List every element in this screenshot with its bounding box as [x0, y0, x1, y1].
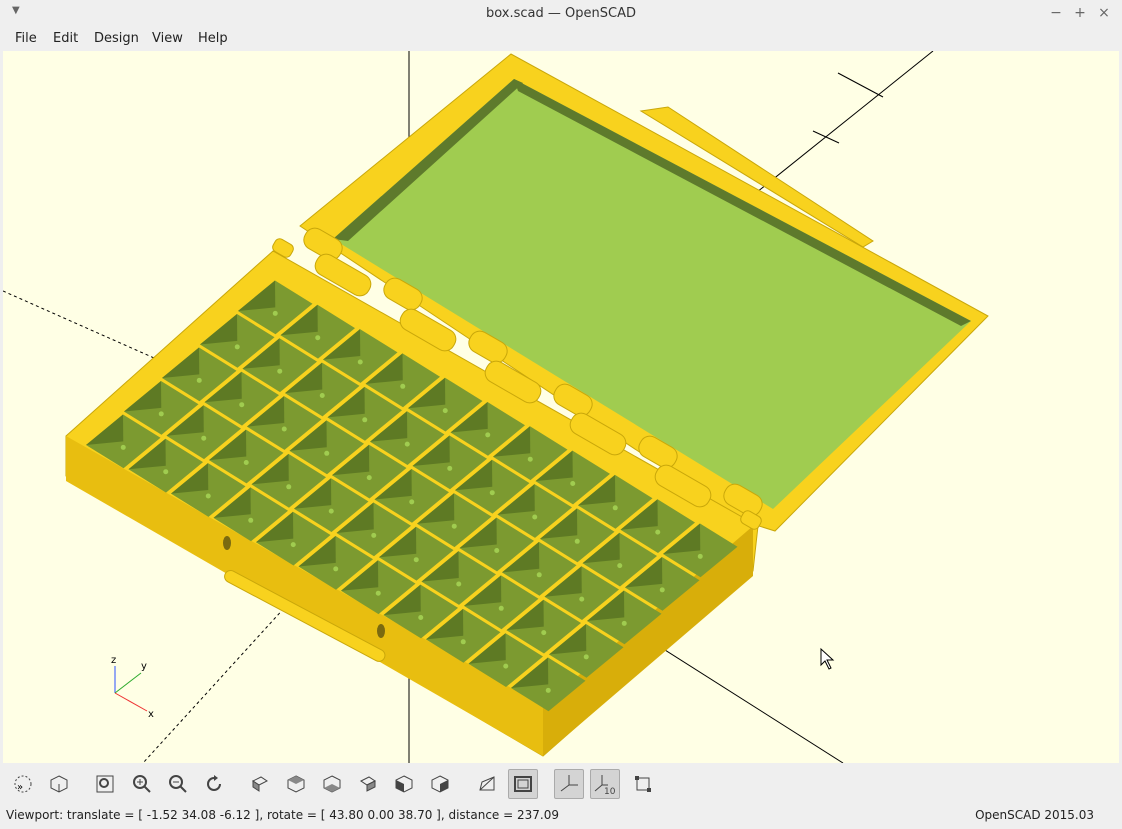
model-render: z y x [3, 51, 989, 763]
show-axes-icon[interactable] [554, 769, 584, 799]
axis-z-label: z [111, 655, 116, 666]
grid-cell-hole [570, 481, 576, 486]
grid-cell-hole [460, 639, 466, 645]
grid-cell-hole [163, 469, 169, 475]
menu-help[interactable]: Help [198, 31, 228, 46]
grid-cell-hole [277, 368, 283, 374]
grid-cell-hole [400, 383, 406, 389]
perspective-icon[interactable] [472, 769, 502, 799]
grid-cell-hole [315, 335, 321, 341]
grid-cell-hole [494, 548, 500, 553]
grid-cell-hole [451, 523, 457, 529]
zoom-in-icon[interactable] [127, 769, 157, 799]
3d-viewport[interactable]: z y x [3, 51, 1119, 763]
grid-cell-hole [442, 408, 448, 414]
view-bottom-icon[interactable] [317, 769, 347, 799]
view-back-icon[interactable] [425, 769, 455, 799]
show-scale-markers-icon[interactable]: 10 [590, 769, 620, 799]
view-left-icon[interactable] [353, 769, 383, 799]
scale-markers-label: 10 [604, 787, 616, 795]
grid-cell-hole [697, 553, 703, 559]
grid-cell-hole [243, 460, 249, 465]
grid-cell-hole [541, 630, 547, 636]
grid-cell-hole [418, 615, 424, 620]
view-toolbar: » 10 [0, 764, 1122, 804]
grid-cell-hole [659, 587, 665, 593]
grid-cell-hole [498, 605, 504, 611]
menu-view[interactable]: View [152, 31, 183, 46]
grid-cell-hole [196, 377, 202, 383]
grid-cell-hole [536, 572, 542, 578]
grid-cell-hole [319, 393, 325, 398]
grid-cell-hole [574, 538, 580, 544]
grid-cell-hole [371, 532, 377, 538]
grid-cell-hole [362, 417, 368, 423]
view-front-icon[interactable] [389, 769, 419, 799]
grid-cell-hole [366, 475, 372, 481]
close-icon[interactable]: × [1095, 4, 1113, 22]
grid-cell-hole [272, 310, 278, 316]
grid-cell-hole [409, 499, 415, 505]
minimize-icon[interactable]: − [1047, 4, 1065, 22]
axis-x-label: x [148, 709, 154, 720]
grid-cell-hole [655, 529, 661, 535]
view-top-icon[interactable] [281, 769, 311, 799]
status-bar: Viewport: translate = [ -1.52 34.08 -6.1… [0, 805, 1122, 829]
grid-cell-hole [158, 411, 164, 417]
grid-cell-hole [333, 566, 339, 572]
grid-cell-hole [621, 620, 627, 626]
viewport-status: Viewport: translate = [ -1.52 34.08 -6.1… [6, 808, 559, 822]
grid-cell-hole [503, 663, 509, 669]
version-label: OpenSCAD 2015.03 [975, 808, 1094, 822]
grid-cell-hole [357, 359, 363, 365]
window-title: box.scad — OpenSCAD [486, 6, 636, 21]
grid-cell-hole [328, 508, 334, 514]
grid-cell-hole [239, 402, 245, 408]
grid-cell-hole [447, 465, 453, 471]
show-edges-icon[interactable] [628, 769, 658, 799]
view-all-icon[interactable] [90, 769, 120, 799]
grid-cell-hole [532, 514, 538, 520]
grid-cell-hole [617, 563, 623, 569]
render-icon[interactable] [44, 769, 74, 799]
grid-cell-hole [612, 505, 618, 511]
grid-cell-hole [286, 484, 292, 490]
title-bar: ▼ box.scad — OpenSCAD − + × [0, 0, 1122, 27]
maximize-icon[interactable]: + [1071, 4, 1089, 22]
svg-text:»: » [17, 782, 23, 793]
mouse-cursor-icon [820, 647, 835, 670]
zoom-out-icon[interactable] [163, 769, 193, 799]
grid-cell-hole [527, 456, 533, 462]
view-right-icon[interactable] [245, 769, 275, 799]
grid-cell-hole [324, 450, 330, 456]
grid-cell-hole [413, 557, 419, 563]
grid-cell-hole [234, 344, 240, 350]
menu-bar: File Edit Design View Help [0, 27, 1122, 50]
menu-design[interactable]: Design [94, 31, 139, 46]
grid-cell-hole [456, 581, 462, 587]
grid-cell-hole [579, 596, 585, 602]
grid-cell-hole [404, 441, 410, 447]
orthogonal-icon[interactable] [508, 769, 538, 799]
grid-cell-hole [545, 687, 551, 693]
menu-edit[interactable]: Edit [53, 31, 78, 46]
grid-cell-hole [201, 435, 207, 441]
axis-y-label: y [141, 661, 147, 672]
grid-cell-hole [120, 444, 126, 450]
reset-view-icon[interactable] [199, 769, 229, 799]
grid-cell-hole [583, 654, 589, 660]
preview-icon[interactable]: » [8, 769, 38, 799]
grid-cell-hole [281, 426, 287, 432]
grid-cell-hole [489, 490, 495, 496]
grid-cell-hole [205, 493, 211, 499]
grid-cell-hole [375, 590, 381, 596]
menu-file[interactable]: File [15, 31, 37, 46]
grid-cell-hole [485, 432, 491, 438]
grid-cell-hole [290, 542, 296, 548]
grid-cell-hole [248, 517, 254, 523]
